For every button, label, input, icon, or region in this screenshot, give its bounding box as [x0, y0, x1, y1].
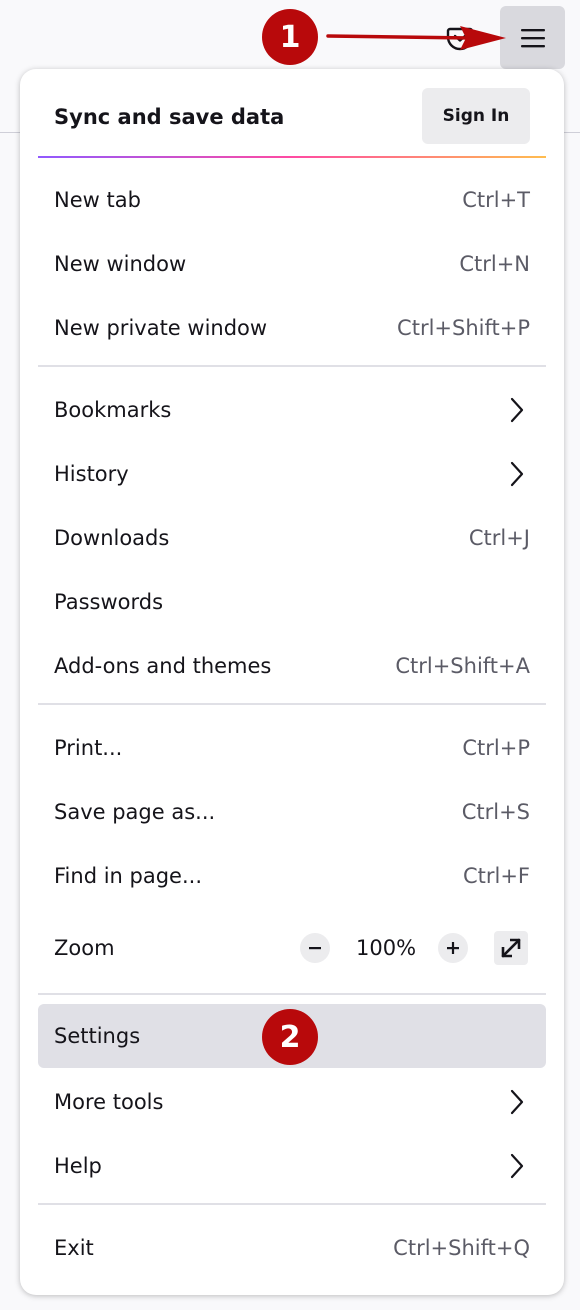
sign-in-button[interactable]: Sign In [422, 88, 530, 144]
menu-item-print[interactable]: Print... Ctrl+P [38, 717, 546, 779]
hamburger-menu-icon [520, 28, 545, 47]
menu-item-label: New private window [54, 316, 268, 340]
menu-item-passwords[interactable]: Passwords [38, 571, 546, 633]
menu-item-new-tab[interactable]: New tab Ctrl+T [38, 169, 546, 231]
menu-item-shortcut: Ctrl+J [468, 526, 530, 550]
menu-divider [38, 365, 546, 367]
menu-item-addons-themes[interactable]: Add-ons and themes Ctrl+Shift+A [38, 635, 546, 697]
menu-item-label: Exit [54, 1236, 94, 1260]
menu-item-bookmarks[interactable]: Bookmarks [38, 379, 546, 441]
menu-item-label: Find in page... [54, 864, 202, 888]
app-menu-panel: Sync and save data Sign In New tab Ctrl+… [20, 69, 564, 1295]
sync-gradient-divider [38, 156, 546, 158]
menu-divider [38, 993, 546, 995]
menu-item-label: Add-ons and themes [54, 654, 272, 678]
fullscreen-icon [501, 938, 521, 958]
chevron-right-icon [510, 397, 524, 423]
menu-divider [38, 1203, 546, 1205]
menu-item-label: History [54, 462, 129, 486]
menu-item-shortcut: Ctrl+Shift+Q [393, 1236, 530, 1260]
menu-item-help[interactable]: Help [38, 1135, 546, 1197]
menu-item-zoom: Zoom 100% [38, 917, 546, 979]
chevron-right-icon [510, 1153, 524, 1179]
callout-badge-2: 2 [262, 1009, 318, 1065]
menu-item-label: Save page as... [54, 800, 216, 824]
zoom-out-button[interactable] [300, 933, 330, 963]
zoom-in-button[interactable] [438, 933, 468, 963]
chevron-right-icon [510, 461, 524, 487]
menu-item-new-private-window[interactable]: New private window Ctrl+Shift+P [38, 297, 546, 359]
menu-item-shortcut: Ctrl+Shift+P [397, 316, 530, 340]
menu-item-new-window[interactable]: New window Ctrl+N [38, 233, 546, 295]
menu-item-exit[interactable]: Exit Ctrl+Shift+Q [38, 1217, 546, 1279]
menu-divider [38, 703, 546, 705]
menu-item-label: New window [54, 252, 187, 276]
minus-icon [309, 947, 321, 950]
menu-item-label: Settings [54, 1024, 141, 1048]
menu-item-shortcut: Ctrl+S [461, 800, 530, 824]
menu-item-label: Downloads [54, 526, 170, 550]
plus-icon [447, 942, 459, 954]
menu-item-label: Bookmarks [54, 398, 172, 422]
sync-section: Sync and save data Sign In [20, 69, 564, 157]
sync-title: Sync and save data [54, 105, 285, 129]
menu-item-save-page[interactable]: Save page as... Ctrl+S [38, 781, 546, 843]
menu-item-shortcut: Ctrl+N [459, 252, 530, 276]
menu-item-label: Help [54, 1154, 102, 1178]
menu-item-shortcut: Ctrl+Shift+A [395, 654, 530, 678]
fullscreen-button[interactable] [494, 931, 528, 965]
menu-item-label: New tab [54, 188, 141, 212]
callout-arrow [326, 26, 506, 50]
chevron-right-icon [510, 1089, 524, 1115]
menu-item-find-in-page[interactable]: Find in page... Ctrl+F [38, 845, 546, 907]
menu-item-downloads[interactable]: Downloads Ctrl+J [38, 507, 546, 569]
menu-item-more-tools[interactable]: More tools [38, 1071, 546, 1133]
menu-item-label: More tools [54, 1090, 164, 1114]
zoom-level[interactable]: 100% [356, 936, 416, 960]
menu-item-label: Print... [54, 736, 123, 760]
menu-item-history[interactable]: History [38, 443, 546, 505]
menu-item-label: Zoom [54, 936, 115, 960]
callout-badge-1: 1 [262, 9, 318, 65]
menu-item-label: Passwords [54, 590, 164, 614]
menu-item-shortcut: Ctrl+F [462, 864, 530, 888]
menu-item-shortcut: Ctrl+T [462, 188, 530, 212]
menu-item-shortcut: Ctrl+P [462, 736, 530, 760]
